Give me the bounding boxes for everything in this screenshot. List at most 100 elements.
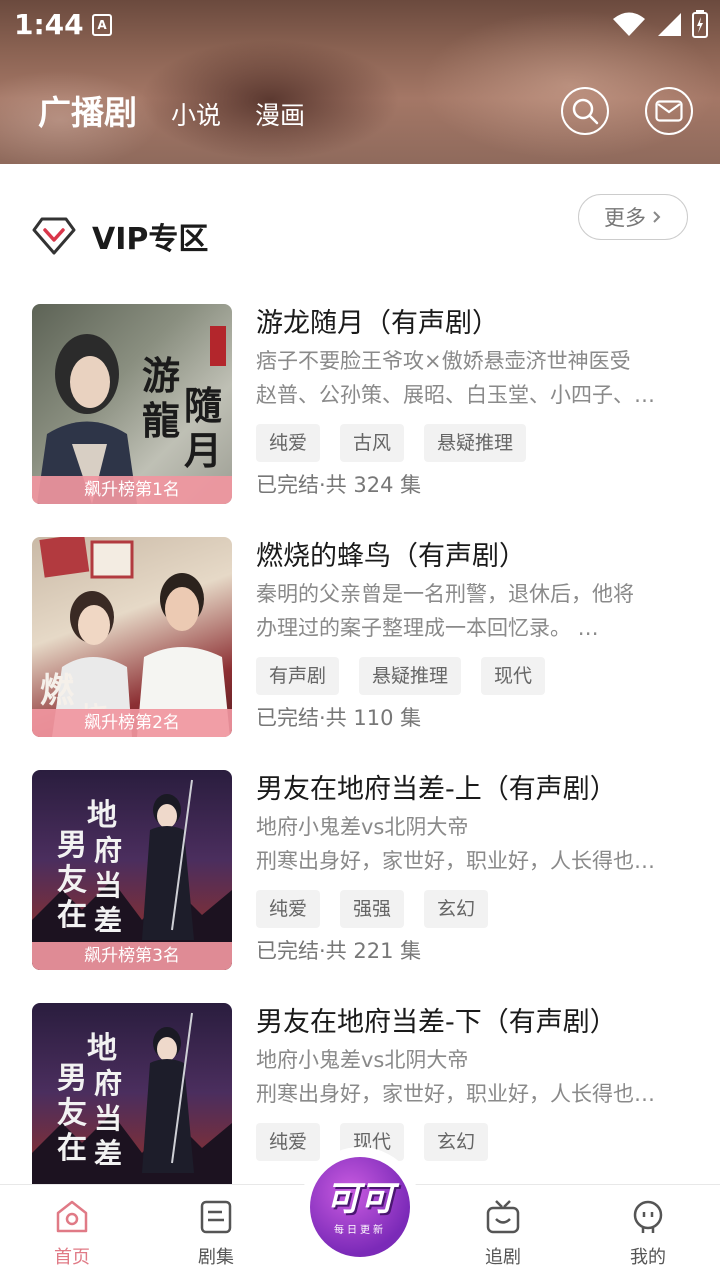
tag-list: 有声剧 悬疑推理 现代 [256,657,696,695]
nav-mine-label: 我的 [630,1247,666,1268]
vip-section-header: VIP专区 [32,214,208,258]
search-icon [572,98,599,125]
svg-text:友: 友 [57,863,87,898]
cover-image[interactable]: 燃 烧 飙升榜第2名 [32,537,232,737]
nav-drama-label: 剧集 [198,1247,234,1268]
notification-a-icon: A [92,14,112,36]
item-info: 游龙随月（有声剧） 痞子不要脸王爷攻×傲娇悬壶济世神医受 赵普、公孙策、展昭、白… [256,304,696,502]
tab-radio-drama[interactable]: 广播剧 [38,86,137,134]
item-desc-line1: 地府小鬼差vs北阴大帝 [256,1048,469,1072]
mail-icon [655,100,683,122]
svg-text:差: 差 [94,1137,122,1170]
rank-badge: 飙升榜第1名 [32,476,232,504]
nav-home[interactable]: 首页 [27,1197,117,1269]
svg-text:月: 月 [184,428,222,473]
more-button[interactable]: 更多 [578,194,688,240]
header-banner: 1:44 A 广播剧 小说 漫画 [0,0,720,164]
home-icon [56,1200,88,1233]
svg-text:男: 男 [57,828,87,863]
search-button[interactable] [561,87,609,135]
rank-badge: 飙升榜第2名 [32,709,232,737]
svg-text:府: 府 [94,1067,122,1100]
list-item[interactable]: 燃 烧 飙升榜第2名 燃烧的蜂鸟（有声剧） 秦明的父亲曾是一名刑警，退休后，他将… [0,537,720,770]
item-status: 已完结·共 110 集 [256,706,422,730]
tab-novel[interactable]: 小说 [171,96,221,132]
svg-text:男: 男 [57,1061,87,1096]
svg-text:在: 在 [57,1131,87,1166]
nav-follow[interactable]: 追剧 [458,1197,548,1269]
message-button[interactable] [645,87,693,135]
main-content: VIP专区 更多 游 隨 龍 月 飙升榜第1名 游龙随月（有声剧） 痞子不要脸王… [0,164,720,1184]
wifi-icon [613,12,645,36]
profile-icon [633,1200,663,1233]
item-desc-line2: 刑寒出身好，家世好，职业好，人长得也… [256,1082,655,1106]
item-info: 男友在地府当差-下（有声剧） 地府小鬼差vs北阴大帝 刑寒出身好，家世好，职业好… [256,1003,696,1161]
tag[interactable]: 古风 [340,424,405,462]
item-desc-line1: 秦明的父亲曾是一名刑警，退休后，他将 [256,582,634,606]
cover-image[interactable]: 游 隨 龍 月 飙升榜第1名 [32,304,232,504]
bottom-nav: 首页 剧集 可可 每日更新 追剧 我的 [0,1147,720,1280]
item-desc-line2: 刑寒出身好，家世好，职业好，人长得也… [256,849,655,873]
item-desc-line2: 办理过的案子整理成一本回忆录。 … [256,616,599,640]
item-desc-line2: 赵普、公孙策、展昭、白玉堂、小四子、… [256,383,655,407]
battery-icon [692,10,708,38]
svg-text:地: 地 [87,1031,117,1066]
tab-comic[interactable]: 漫画 [255,96,305,132]
cover-art: 燃 烧 [39,537,230,737]
tag[interactable]: 现代 [481,657,546,695]
list-item[interactable]: 游 隨 龍 月 飙升榜第1名 游龙随月（有声剧） 痞子不要脸王爷攻×傲娇悬壶济世… [0,304,720,537]
section-title: VIP专区 [92,222,209,257]
item-title[interactable]: 男友在地府当差-下（有声剧） [256,1003,696,1043]
tag[interactable]: 纯爱 [256,890,321,928]
status-time: 1:44 [14,8,84,41]
logo-text: 可可 [326,1178,394,1219]
svg-text:隨: 隨 [184,383,222,428]
tag[interactable]: 纯爱 [256,424,321,462]
nav-drama[interactable]: 剧集 [171,1197,261,1269]
cover-art: 地 男 府 友 当 在 差 [32,779,232,970]
tag[interactable]: 玄幻 [424,1123,489,1161]
item-desc-line1: 地府小鬼差vs北阴大帝 [256,815,469,839]
cover-art: 地 男 府 友 当 在 差 [32,1012,232,1184]
item-title[interactable]: 男友在地府当差-上（有声剧） [256,770,696,810]
list-item[interactable]: 地 男 府 友 当 在 差 飙升榜第3名 男友在地府当差-上（有声剧） 地府小鬼… [0,770,720,1003]
logo-subtext: 每日更新 [334,1224,386,1236]
signal-icon [658,13,681,36]
svg-text:友: 友 [57,1096,87,1131]
tag-list: 纯爱 强强 玄幻 [256,890,696,928]
system-icons [612,10,708,38]
tag[interactable]: 玄幻 [424,890,489,928]
tag[interactable]: 悬疑推理 [359,657,462,695]
tag[interactable]: 强强 [340,890,405,928]
nav-home-label: 首页 [54,1247,90,1268]
item-status: 已完结·共 221 集 [256,939,422,963]
item-desc-line1: 痞子不要脸王爷攻×傲娇悬壶济世神医受 [256,349,631,373]
center-logo-button[interactable]: 可可 每日更新 [310,1157,410,1257]
nav-mine[interactable]: 我的 [603,1197,693,1269]
cover-image[interactable]: 地 男 府 友 当 在 差 [32,1003,232,1184]
svg-text:在: 在 [57,898,87,933]
top-nav: 广播剧 小说 漫画 [38,86,305,134]
tag-list: 纯爱 现代 玄幻 [256,1123,696,1161]
svg-text:游: 游 [142,353,180,398]
drama-list-icon [200,1200,232,1234]
drama-list: 游 隨 龍 月 飙升榜第1名 游龙随月（有声剧） 痞子不要脸王爷攻×傲娇悬壶济世… [0,304,720,1184]
svg-text:当: 当 [94,869,122,902]
svg-text:当: 当 [94,1102,122,1135]
item-info: 男友在地府当差-上（有声剧） 地府小鬼差vs北阴大帝 刑寒出身好，家世好，职业好… [256,770,696,968]
tv-icon [486,1200,520,1234]
tag[interactable]: 纯爱 [256,1123,321,1161]
svg-text:差: 差 [94,904,122,937]
cover-image[interactable]: 地 男 府 友 当 在 差 飙升榜第3名 [32,770,232,970]
tag[interactable]: 有声剧 [256,657,340,695]
status-bar: 1:44 A [0,0,720,50]
svg-text:地: 地 [87,798,117,833]
svg-text:府: 府 [94,834,122,867]
more-label: 更多 [604,206,646,230]
chevron-right-icon [653,211,661,223]
rank-badge: 飙升榜第3名 [32,942,232,970]
nav-follow-label: 追剧 [485,1247,521,1268]
item-title[interactable]: 燃烧的蜂鸟（有声剧） [256,537,696,577]
item-title[interactable]: 游龙随月（有声剧） [256,304,696,344]
tag[interactable]: 悬疑推理 [424,424,527,462]
